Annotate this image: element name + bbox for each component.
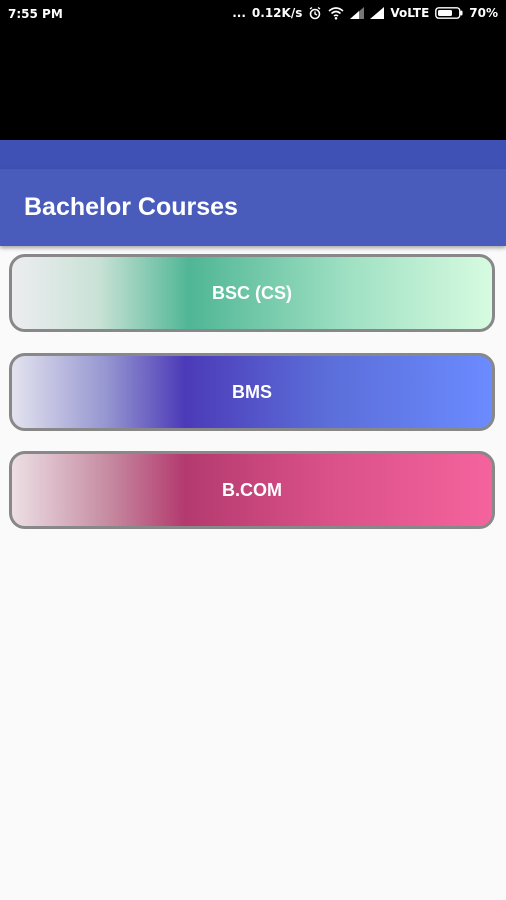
status-time: 7:55 PM — [8, 7, 63, 21]
status-bar: 7:55 PM ... 0.12K/s VoLTE 70% — [0, 0, 506, 30]
battery-icon — [435, 7, 463, 19]
page-title: Bachelor Courses — [24, 193, 238, 221]
network-type: VoLTE — [390, 6, 430, 20]
course-button-bsc-cs[interactable]: BSC (CS) — [9, 254, 495, 332]
battery-percent: 70% — [469, 6, 498, 20]
top-black-area — [0, 30, 506, 140]
course-button-label: B.COM — [222, 479, 282, 500]
status-icons: ... 0.12K/s VoLTE 70% — [232, 6, 498, 20]
course-button-label: BSC (CS) — [212, 282, 292, 303]
course-button-bms[interactable]: BMS — [9, 353, 495, 431]
app-bar: Bachelor Courses — [0, 169, 506, 246]
course-button-label: BMS — [232, 381, 272, 402]
network-speed: 0.12K/s — [251, 6, 303, 20]
wifi-icon — [328, 6, 344, 20]
app-status-strip — [0, 140, 506, 169]
signal-icon-2 — [370, 7, 385, 19]
signal-icon-1 — [350, 7, 365, 19]
alarm-icon — [308, 6, 322, 20]
course-button-bcom[interactable]: B.COM — [9, 451, 495, 529]
more-dots-icon: ... — [232, 6, 246, 20]
